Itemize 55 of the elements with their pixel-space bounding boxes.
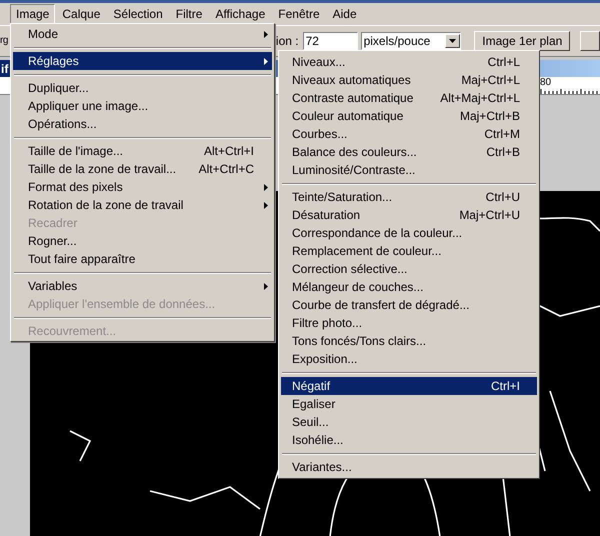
menu-item[interactable]: Format des pixels bbox=[13, 178, 272, 196]
menu-item[interactable]: Balance des couleurs... Ctrl+B bbox=[281, 143, 537, 161]
submenu-arrow-icon bbox=[264, 184, 268, 190]
ruler-label: 80 bbox=[540, 77, 552, 89]
menu-item[interactable]: Mélangeur de couches... bbox=[281, 278, 537, 296]
menu-bar-item[interactable]: Aide bbox=[326, 4, 363, 24]
menu-item[interactable]: Niveaux automatiques Maj+Ctrl+L bbox=[281, 71, 537, 89]
menu-item[interactable]: Appliquer une image... bbox=[13, 97, 272, 115]
menu-item[interactable]: Tons foncés/Tons clairs... bbox=[281, 332, 537, 350]
menu-bar-item[interactable]: Sélection bbox=[107, 4, 169, 24]
menu-item[interactable]: Désaturation Maj+Ctrl+U bbox=[281, 206, 537, 224]
menu-bar-item[interactable]: Affichage bbox=[209, 4, 272, 24]
menu-item[interactable]: Tout faire apparaître bbox=[13, 250, 272, 268]
menu-bar-item[interactable]: Calque bbox=[56, 4, 106, 24]
menu-item[interactable]: Réglages bbox=[13, 52, 272, 70]
menu-item[interactable]: Correspondance de la couleur... bbox=[281, 224, 537, 242]
menu-item[interactable]: Mode bbox=[13, 25, 272, 43]
toolbar-button[interactable] bbox=[580, 31, 600, 51]
menu-item[interactable]: Seuil... bbox=[281, 413, 537, 431]
menu-item[interactable]: Taille de la zone de travail... Alt+Ctrl+C bbox=[13, 160, 272, 178]
menu-item[interactable]: Isohélie... bbox=[281, 431, 537, 449]
document-title: if bbox=[1, 60, 8, 78]
option-label: rg bbox=[0, 35, 8, 47]
menu-item[interactable]: Dupliquer... bbox=[13, 79, 272, 97]
menu-item[interactable]: Egaliser bbox=[281, 395, 537, 413]
menu-item[interactable]: Taille de l'image... Alt+Ctrl+I bbox=[13, 142, 272, 160]
unit-dropdown[interactable]: pixels/pouce bbox=[360, 32, 462, 50]
menu-item[interactable]: Rogner... bbox=[13, 232, 272, 250]
menu-item[interactable]: Négatif Ctrl+I bbox=[281, 377, 537, 395]
submenu-arrow-icon bbox=[264, 282, 268, 290]
submenu-arrow-icon bbox=[264, 58, 268, 64]
menu-item[interactable]: Filtre photo... bbox=[281, 314, 537, 332]
menu-item[interactable]: Opérations... bbox=[13, 115, 272, 133]
menu-item[interactable]: Variables bbox=[13, 277, 272, 295]
menu-item[interactable]: Courbes... Ctrl+M bbox=[281, 125, 537, 143]
menu-item[interactable]: Rotation de la zone de travail bbox=[13, 196, 272, 214]
menu-item[interactable]: Variantes... bbox=[281, 458, 537, 476]
resolution-field[interactable]: 72 bbox=[302, 32, 358, 50]
submenu-arrow-icon bbox=[264, 202, 268, 208]
menu-item[interactable]: Luminosité/Contraste... bbox=[281, 161, 537, 179]
menu-item[interactable]: Correction sélective... bbox=[281, 260, 537, 278]
menu-item[interactable]: Niveaux... Ctrl+L bbox=[281, 53, 537, 71]
foreground-image-button[interactable]: Image 1er plan bbox=[474, 31, 570, 51]
menu-item[interactable]: Contraste automatique Alt+Maj+Ctrl+L bbox=[281, 89, 537, 107]
dropdown-arrow-icon bbox=[449, 39, 456, 43]
ruler-ticks-icon bbox=[540, 89, 600, 94]
menu-item[interactable]: Teinte/Saturation... Ctrl+U bbox=[281, 188, 537, 206]
menu-item[interactable]: Remplacement de couleur... bbox=[281, 242, 537, 260]
submenu-arrow-icon bbox=[264, 30, 268, 38]
menu-item[interactable]: Exposition... bbox=[281, 350, 537, 368]
menu-bar-item[interactable]: Fenêtre bbox=[272, 4, 326, 24]
menu-bar-item[interactable]: Filtre bbox=[170, 4, 208, 24]
menu-item[interactable]: Courbe de transfert de dégradé... bbox=[281, 296, 537, 314]
resolution-label: ion : bbox=[276, 33, 299, 50]
menu-item[interactable]: Couleur automatique Maj+Ctrl+B bbox=[281, 107, 537, 125]
